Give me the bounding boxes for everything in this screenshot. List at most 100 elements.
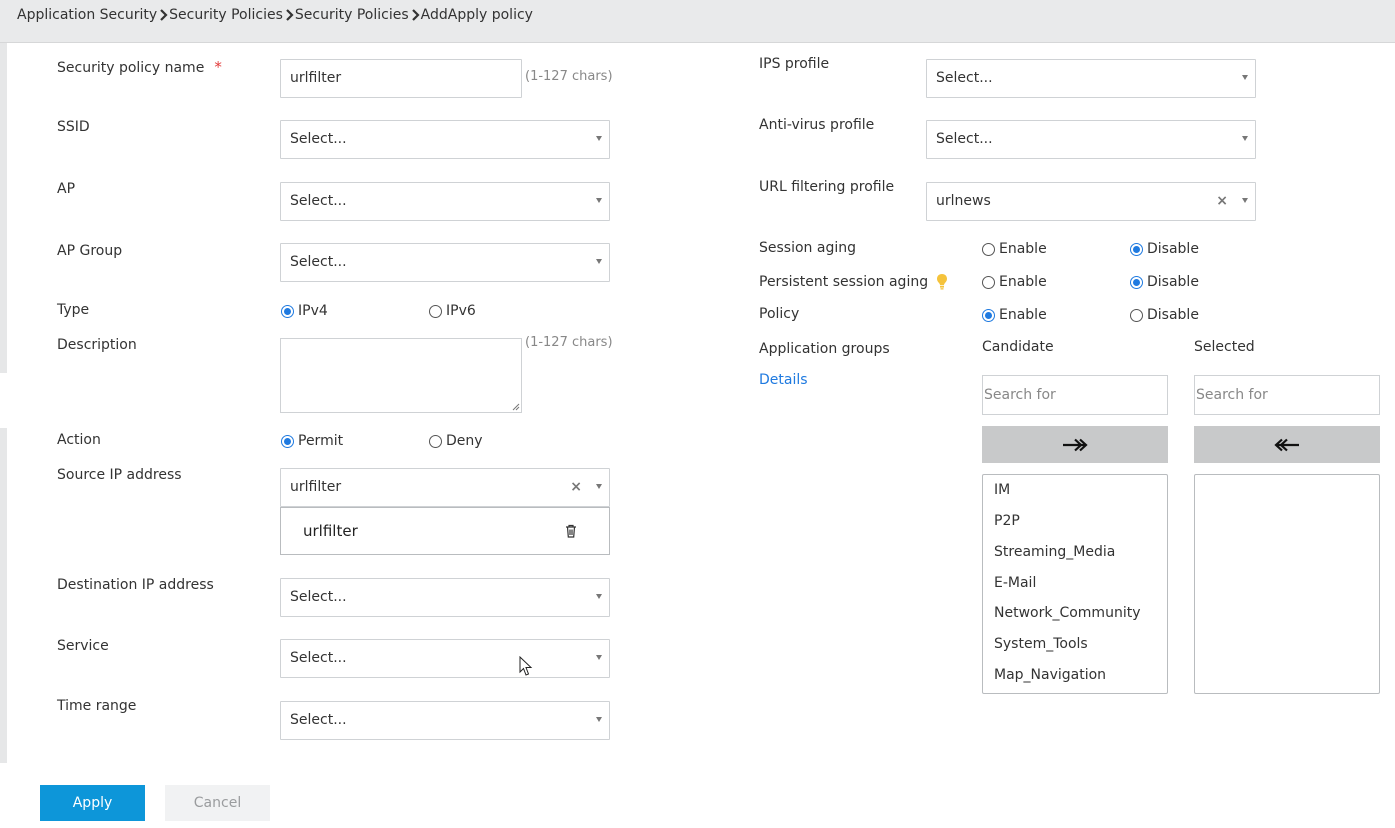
policy-name-label: Security policy name * xyxy=(57,58,222,76)
chevron-right-icon xyxy=(159,9,168,21)
breadcrumb-item-application-security[interactable]: Application Security xyxy=(17,7,157,23)
ips-profile-label: IPS profile xyxy=(759,56,830,72)
service-select[interactable]: Select... xyxy=(280,639,610,678)
url-filtering-profile-label: URL filtering profile xyxy=(759,179,895,195)
radio-unchecked-icon xyxy=(982,275,995,289)
cancel-button[interactable]: Cancel xyxy=(165,785,270,821)
candidate-title: Candidate xyxy=(982,339,1054,355)
time-range-select[interactable]: Select... xyxy=(280,701,610,740)
session-aging-label: Session aging xyxy=(759,240,856,256)
chevron-right-icon xyxy=(411,9,420,21)
policy-name-input[interactable]: urlfilter xyxy=(280,59,522,98)
ssid-select[interactable]: Select... xyxy=(280,120,610,159)
antivirus-profile-select[interactable]: Select... xyxy=(926,120,1256,159)
caret-down-icon xyxy=(596,136,602,141)
radio-unchecked-icon xyxy=(429,304,442,318)
selected-item-label: urlfilter xyxy=(303,522,358,540)
caret-down-icon xyxy=(596,484,602,489)
chevron-right-icon xyxy=(285,9,294,21)
radio-checked-icon xyxy=(982,308,995,322)
apply-button[interactable]: Apply xyxy=(40,785,145,821)
source-ip-selected-item: urlfilter xyxy=(280,507,610,555)
breadcrumb-bar: Application Security Security Policies S… xyxy=(0,0,1395,43)
action-label: Action xyxy=(57,432,101,448)
trash-icon[interactable] xyxy=(565,524,577,538)
session-aging-disable-radio[interactable]: Disable xyxy=(1130,241,1199,257)
service-label: Service xyxy=(57,638,109,654)
caret-down-icon xyxy=(1242,198,1248,203)
radio-unchecked-icon xyxy=(982,242,995,256)
radio-checked-icon xyxy=(1130,275,1143,289)
caret-down-icon xyxy=(1242,136,1248,141)
type-ipv6-radio[interactable]: IPv6 xyxy=(429,303,476,319)
caret-down-icon xyxy=(596,594,602,599)
radio-unchecked-icon xyxy=(429,434,442,448)
selected-title: Selected xyxy=(1194,339,1255,355)
breadcrumb-item-security-policies[interactable]: Security Policies xyxy=(169,7,283,23)
persistent-session-aging-label: Persistent session aging xyxy=(759,273,948,290)
resize-grip-icon[interactable] xyxy=(512,403,520,411)
persistent-session-aging-disable-radio[interactable]: Disable xyxy=(1130,274,1199,290)
breadcrumb: Application Security Security Policies S… xyxy=(17,7,533,23)
type-label: Type xyxy=(57,302,90,318)
caret-down-icon xyxy=(596,717,602,722)
caret-down-icon xyxy=(596,259,602,264)
persistent-session-aging-enable-radio[interactable]: Enable xyxy=(982,274,1047,290)
policy-name-hint: (1-127 chars) xyxy=(525,69,613,84)
add-to-selected-button[interactable] xyxy=(982,426,1168,463)
antivirus-profile-label: Anti-virus profile xyxy=(759,117,875,133)
ssid-label: SSID xyxy=(57,119,90,135)
clear-icon[interactable]: × xyxy=(570,479,582,495)
list-item[interactable]: P2P xyxy=(994,513,1020,529)
time-range-label: Time range xyxy=(57,698,137,714)
policy-enable-radio[interactable]: Enable xyxy=(982,307,1047,323)
list-item[interactable]: Map_Navigation xyxy=(994,667,1106,683)
selected-search-field[interactable] xyxy=(1195,376,1379,414)
description-label: Description xyxy=(57,337,137,353)
left-strip xyxy=(0,43,7,373)
double-arrow-right-icon xyxy=(1063,438,1088,451)
required-mark: * xyxy=(214,58,222,76)
policy-disable-radio[interactable]: Disable xyxy=(1130,307,1199,323)
ap-group-select[interactable]: Select... xyxy=(280,243,610,282)
radio-unchecked-icon xyxy=(1130,308,1143,322)
application-groups-label: Application groups xyxy=(759,341,890,357)
ap-group-label: AP Group xyxy=(57,243,123,259)
description-hint: (1-127 chars) xyxy=(525,335,613,350)
action-permit-radio[interactable]: Permit xyxy=(281,433,343,449)
dest-ip-select[interactable]: Select... xyxy=(280,578,610,617)
list-item[interactable]: E-Mail xyxy=(994,575,1036,591)
caret-down-icon xyxy=(596,655,602,660)
dest-ip-label: Destination IP address xyxy=(57,577,214,593)
radio-checked-icon xyxy=(281,434,294,448)
source-ip-select[interactable]: urlfilter × xyxy=(280,468,610,507)
list-item[interactable]: Streaming_Media xyxy=(994,544,1115,560)
breadcrumb-item-current: AddApply policy xyxy=(420,7,533,23)
details-link[interactable]: Details xyxy=(759,372,808,388)
selected-search-input[interactable] xyxy=(1194,375,1380,415)
selected-list[interactable] xyxy=(1194,474,1380,694)
caret-down-icon xyxy=(1242,75,1248,80)
breadcrumb-item-security-policies-2[interactable]: Security Policies xyxy=(295,7,409,23)
url-filtering-profile-select[interactable]: urlnews × xyxy=(926,182,1256,221)
description-textarea[interactable] xyxy=(280,338,522,413)
list-item[interactable]: Network_Community xyxy=(994,605,1140,621)
candidate-list[interactable]: IM P2P Streaming_Media E-Mail Network_Co… xyxy=(982,474,1168,694)
radio-checked-icon xyxy=(281,304,294,318)
double-arrow-left-icon xyxy=(1274,438,1299,451)
policy-label: Policy xyxy=(759,306,800,322)
session-aging-enable-radio[interactable]: Enable xyxy=(982,241,1047,257)
remove-from-selected-button[interactable] xyxy=(1194,426,1380,463)
ap-select[interactable]: Select... xyxy=(280,182,610,221)
candidate-search-input[interactable] xyxy=(982,375,1168,415)
lightbulb-icon[interactable] xyxy=(936,273,948,290)
list-item[interactable]: IM xyxy=(994,482,1010,498)
clear-icon[interactable]: × xyxy=(1216,193,1228,209)
list-item[interactable]: System_Tools xyxy=(994,636,1088,652)
type-ipv4-radio[interactable]: IPv4 xyxy=(281,303,328,319)
action-deny-radio[interactable]: Deny xyxy=(429,433,483,449)
candidate-search-field[interactable] xyxy=(983,376,1167,414)
ips-profile-select[interactable]: Select... xyxy=(926,59,1256,98)
mouse-cursor-icon xyxy=(519,656,533,676)
ap-label: AP xyxy=(57,181,76,197)
